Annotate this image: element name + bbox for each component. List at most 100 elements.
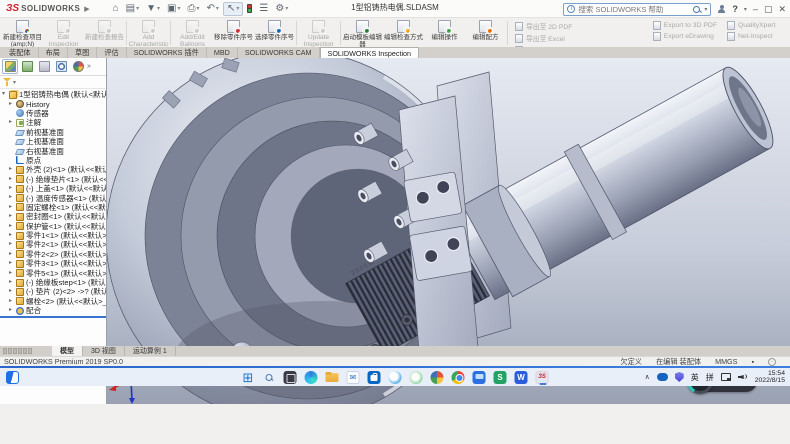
tree-item[interactable]: ▸(-) 绝缘垫片<1> (默认<<默认>_显示 <box>0 175 106 184</box>
onedrive-icon[interactable] <box>657 373 668 381</box>
expand-caret-icon[interactable]: ▸ <box>9 278 16 287</box>
search-taskbar-icon[interactable] <box>263 371 276 384</box>
expand-caret-icon[interactable]: ▸ <box>9 297 16 306</box>
login-user-icon[interactable] <box>717 5 726 14</box>
tree-item[interactable]: 右视基准面 <box>0 146 106 155</box>
tree-item[interactable]: ▸螺栓<2> (默认<<默认>_显示状态 <box>0 297 106 306</box>
filter-caret-icon[interactable]: ▾ <box>13 79 16 86</box>
tree-item[interactable]: ▸(-) 垫片 (2)<2> ->? (默认<<默认 <box>0 287 106 296</box>
tree-item[interactable]: ▸History <box>0 99 106 108</box>
tree-filter[interactable]: ▾ <box>0 76 106 89</box>
expand-caret-icon[interactable]: ▸ <box>9 306 16 315</box>
undo-button[interactable]: ↶▾ <box>204 2 222 16</box>
propertymanager-tab[interactable] <box>19 59 35 74</box>
expand-caret-icon[interactable]: ▸ <box>9 222 16 231</box>
save-caret-icon[interactable]: ▾ <box>178 4 181 14</box>
expand-caret-icon[interactable]: ▸ <box>9 212 16 221</box>
cast-screen-icon[interactable] <box>721 373 731 381</box>
ribbon-tab-5[interactable]: SOLIDWORKS 插件 <box>127 47 207 58</box>
expand-caret-icon[interactable]: ▸ <box>9 100 16 109</box>
open-button[interactable]: ▼▾ <box>143 2 163 16</box>
widgets-button[interactable] <box>6 371 19 384</box>
task-view-taskbar-icon[interactable] <box>284 371 297 384</box>
rebuild-button[interactable] <box>244 2 255 16</box>
search-icon[interactable] <box>692 5 701 14</box>
mail-taskbar-icon[interactable]: ✉ <box>347 371 360 384</box>
tree-item[interactable]: ▸零件3<1> (默认<<默认>_显示状 <box>0 259 106 268</box>
solidworks-taskbar-icon[interactable]: ЗS <box>536 371 549 384</box>
ribbon-tab-6[interactable]: MBD <box>207 47 238 58</box>
ribbon-button-new-project[interactable]: 新建检查项目 (amp;N) <box>2 19 43 47</box>
open-caret-icon[interactable]: ▾ <box>157 4 160 14</box>
panel-tabs-overflow[interactable]: » <box>87 63 91 70</box>
status-customize-icon[interactable]: ◦ <box>768 358 776 366</box>
expand-caret-icon[interactable]: ▸ <box>9 118 16 127</box>
tree-item[interactable]: ▸(-) 绝缘板step<1> (默认<<默认> <box>0 278 106 287</box>
tray-overflow-chevron-icon[interactable]: ∧ <box>645 373 650 381</box>
tree-item[interactable]: ▸外壳 (2)<1> (默认<<默认>_显示状 <box>0 165 106 174</box>
tree-item[interactable]: ▸零件1<1> (默认<<默认>_显示状 <box>0 231 106 240</box>
start-taskbar-icon[interactable]: ⊞ <box>242 371 255 384</box>
expand-caret-icon[interactable]: ▸ <box>9 184 16 193</box>
expand-caret-icon[interactable]: ▸ <box>9 193 16 202</box>
ribbon-button-remove-balloon[interactable]: 移除零件序号 <box>213 19 254 47</box>
tree-item[interactable]: ▸密封圈<1> (默认<<默认>_显示状 <box>0 212 106 221</box>
dimxpertmanager-tab[interactable] <box>53 59 69 74</box>
save-button[interactable]: ▣▾ <box>164 2 183 16</box>
expand-caret-icon[interactable]: ▸ <box>9 287 16 296</box>
displaymanager-tab[interactable] <box>70 59 86 74</box>
edge-taskbar-icon[interactable] <box>305 371 318 384</box>
solidworks-logo[interactable]: ЗS SOLIDWORKS ▶ <box>0 0 96 17</box>
app-pinwheel-taskbar-icon[interactable] <box>431 371 444 384</box>
expand-caret-icon[interactable]: ▸ <box>9 269 16 278</box>
ribbon-tab-4[interactable]: 评估 <box>97 47 126 58</box>
print-caret-icon[interactable]: ▾ <box>197 4 200 14</box>
tree-item[interactable]: ▸零件2<1> (默认<<默认>_显示状 <box>0 240 106 249</box>
help-search-box[interactable]: i 搜索 SOLIDWORKS 帮助 ▾ <box>563 3 711 16</box>
app-cloud-taskbar-icon[interactable] <box>389 371 402 384</box>
security-shield-icon[interactable] <box>675 372 684 382</box>
clock[interactable]: 15:54 2022/8/15 <box>755 370 785 385</box>
file-explorer-taskbar-icon[interactable] <box>326 371 339 384</box>
expand-caret-icon[interactable]: ▾ <box>2 90 9 99</box>
bottom-tab-3[interactable]: 运动算例 1 <box>125 346 176 356</box>
new-document-caret-icon[interactable]: ▾ <box>136 4 139 14</box>
tree-item[interactable]: 原点 <box>0 156 106 165</box>
tree-item[interactable]: ▸注解 <box>0 118 106 127</box>
ribbon-tab-7[interactable]: SOLIDWORKS CAM <box>238 47 320 58</box>
restore-button[interactable]: ▢ <box>764 5 773 14</box>
ribbon-tab-2[interactable]: 布局 <box>39 47 68 58</box>
tree-item[interactable]: ▸固定螺栓<1> (默认<<默认>_显示 <box>0 203 106 212</box>
expand-caret-icon[interactable]: ▸ <box>9 175 16 184</box>
volume-icon[interactable] <box>738 373 748 382</box>
help-button[interactable]: ? <box>732 4 738 14</box>
bottom-tab-2[interactable]: 3D 视图 <box>83 346 125 356</box>
tree-root-item[interactable]: ▾1型铝铸热电偶 (默认<默认_显示状态-1 <box>0 90 106 99</box>
app-circle-green-taskbar-icon[interactable] <box>410 371 423 384</box>
ribbon-button-edit-recipe[interactable]: 编辑配方 <box>465 19 506 47</box>
tree-item[interactable]: 前视基准面 <box>0 128 106 137</box>
tree-item[interactable]: ▸(-) 温度传感器<1> (默认<<默认>_ <box>0 193 106 202</box>
ribbon-button-select-balloon[interactable]: 选择零件序号 <box>254 19 295 47</box>
ribbon-tab-8[interactable]: SOLIDWORKS Inspection <box>320 47 420 58</box>
tree-item[interactable]: ▸保护管<1> (默认<<默认>_显示状 <box>0 221 106 230</box>
options-caret-icon[interactable]: ▾ <box>285 4 288 14</box>
tree-item[interactable]: 上视基准面 <box>0 137 106 146</box>
ribbon-button-edit-operation[interactable]: 编辑操作 <box>424 19 465 47</box>
ribbon-button-template-editor[interactable]: 启动模板编辑器 <box>342 19 383 47</box>
select-caret-icon[interactable]: ▾ <box>236 4 239 14</box>
app-monitor-taskbar-icon[interactable] <box>473 371 486 384</box>
app-s-green-taskbar-icon[interactable]: S <box>494 371 507 384</box>
bottom-tab-1[interactable]: 模型 <box>52 346 83 356</box>
tree-item[interactable]: ▸零件2<2> (默认<<默认>_显示状 <box>0 250 106 259</box>
help-caret-icon[interactable]: ▾ <box>744 6 747 13</box>
configurationmanager-tab[interactable] <box>36 59 52 74</box>
expand-caret-icon[interactable]: ▸ <box>9 259 16 268</box>
expand-caret-icon[interactable]: ▸ <box>9 165 16 174</box>
ime-language-indicator[interactable]: 英 <box>691 372 699 383</box>
tree-item[interactable]: ▸(-) 上盖<1> (默认<<默认>_显示状 <box>0 184 106 193</box>
tree-item[interactable]: 传感器 <box>0 109 106 118</box>
menu-expand-icon[interactable]: ▶ <box>84 5 89 13</box>
ribbon-tab-3[interactable]: 草图 <box>68 47 97 58</box>
expand-caret-icon[interactable]: ▸ <box>9 203 16 212</box>
